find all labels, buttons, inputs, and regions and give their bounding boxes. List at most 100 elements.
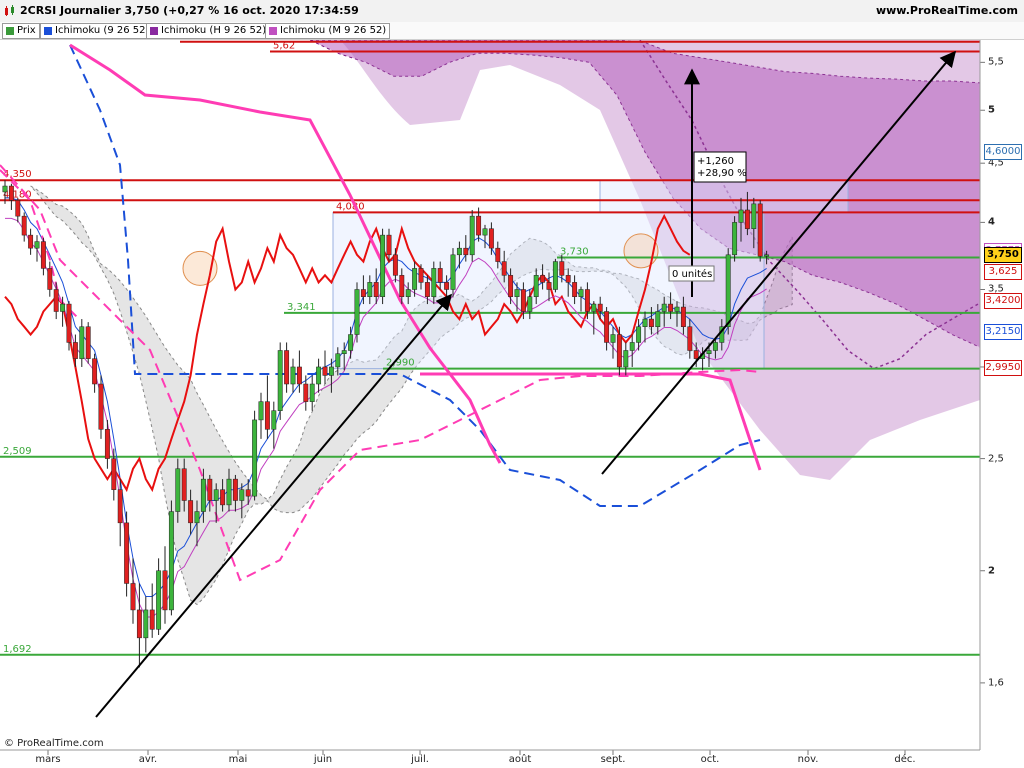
- candle-body: [655, 311, 661, 327]
- candle-body: [437, 268, 443, 283]
- level-label: 1,692: [3, 644, 32, 655]
- y-tick-label: 5: [988, 104, 995, 116]
- candle-body: [405, 289, 411, 297]
- level-label: 4,080: [336, 201, 365, 212]
- x-tick-label: avr.: [138, 754, 158, 765]
- candle-body: [72, 342, 78, 359]
- candle-body: [111, 458, 117, 490]
- candle-body: [316, 366, 322, 385]
- candle-body: [559, 261, 565, 276]
- candle-body: [79, 326, 85, 359]
- candle-body: [245, 489, 251, 497]
- y-tick-label: 2: [988, 565, 995, 577]
- x-tick-label: juin: [313, 754, 333, 765]
- candle-body: [2, 185, 8, 193]
- candle-body: [636, 326, 642, 343]
- candle-body: [514, 289, 520, 297]
- price-badge: 4,6000: [984, 144, 1022, 161]
- candle-body: [584, 289, 590, 312]
- candle-body: [34, 241, 40, 249]
- candle-body: [757, 203, 763, 257]
- candle-body: [60, 303, 66, 312]
- candle-body: [175, 468, 181, 512]
- candlestick-logo-icon: [5, 5, 14, 16]
- credit-text: © ProRealTime.com: [4, 738, 104, 749]
- candle-body: [136, 609, 142, 639]
- legend-ichimoku[interactable]: Ichimoku (9 26 52): [40, 23, 154, 39]
- candle-body: [15, 200, 21, 217]
- candle-body: [482, 228, 488, 236]
- x-tick-label: oct.: [700, 754, 720, 765]
- candle-body: [207, 478, 213, 501]
- candle-body: [412, 268, 418, 290]
- y-tick-label: 4: [988, 216, 995, 228]
- y-tick-label: 5,5: [988, 56, 1004, 68]
- candle-body: [751, 203, 757, 229]
- ichimoku-h-swatch-icon: [150, 27, 158, 35]
- price-badge: 3,4200: [984, 293, 1022, 310]
- candle-body: [373, 282, 379, 297]
- candle-body: [284, 350, 290, 385]
- candle-body: [21, 215, 27, 236]
- candle-body: [271, 410, 277, 430]
- site-link[interactable]: www.ProRealTime.com: [876, 4, 1018, 17]
- x-tick-label: sept.: [600, 754, 626, 765]
- candle-body: [290, 366, 296, 385]
- candle-body: [546, 282, 552, 290]
- price-badge: 3,625: [984, 263, 1022, 280]
- prix-swatch-icon: [6, 27, 14, 35]
- candle-body: [47, 268, 53, 290]
- candle-body: [341, 350, 347, 354]
- candle-body: [680, 306, 686, 327]
- candle-body: [92, 358, 98, 385]
- y-tick-label: 2,5: [988, 453, 1004, 465]
- legend-prix[interactable]: Prix: [2, 23, 40, 39]
- candle-body: [367, 282, 373, 297]
- candle-body: [578, 289, 584, 297]
- candle-body: [66, 303, 72, 343]
- candle-body: [495, 247, 501, 262]
- level-label: 5,62: [273, 40, 295, 51]
- candle-body: [418, 268, 424, 283]
- candle-body: [85, 326, 91, 359]
- instrument-title: 2CRSI Journalier 3,750 (+0,27 % 16 oct. …: [20, 4, 359, 17]
- candle-body: [604, 311, 610, 343]
- candle-body: [239, 489, 245, 501]
- units-label: 0 unités: [672, 268, 712, 280]
- level-label: 4,350: [3, 169, 32, 180]
- candle-body: [303, 383, 309, 402]
- candle-body: [424, 282, 430, 297]
- candle-body: [488, 228, 494, 249]
- ichimoku-m-swatch-icon: [269, 27, 277, 35]
- candle-body: [264, 401, 270, 430]
- candle-body: [476, 215, 482, 236]
- candle-body: [348, 334, 354, 351]
- candle-body: [213, 489, 219, 501]
- candle-body: [616, 334, 622, 368]
- candle-body: [508, 275, 514, 297]
- candle-body: [444, 282, 450, 290]
- candle-body: [738, 209, 744, 223]
- candle-body: [149, 609, 155, 630]
- candle-body: [552, 261, 558, 290]
- level-label: 3,730: [560, 247, 589, 258]
- price-badge: 3,2150: [984, 324, 1022, 341]
- price-badge: 3,750: [984, 246, 1022, 263]
- target-box: [599, 179, 849, 213]
- candle-body: [386, 234, 392, 256]
- candle-body: [98, 383, 104, 430]
- measure-text: +1,260: [697, 156, 734, 167]
- candle-body: [143, 609, 149, 639]
- candle-body: [693, 350, 699, 359]
- legend-ichimoku-h[interactable]: Ichimoku (H 9 26 52): [146, 23, 271, 39]
- candle-body: [392, 254, 398, 276]
- x-tick-label: mai: [228, 754, 248, 765]
- ichimoku-swatch-icon: [44, 27, 52, 35]
- candle-body: [200, 478, 206, 512]
- candle-body: [744, 209, 750, 229]
- candle-body: [399, 275, 405, 297]
- candle-body: [188, 500, 194, 524]
- legend-ichimoku-m[interactable]: Ichimoku (M 9 26 52): [265, 23, 391, 39]
- ichimoku-chart[interactable]: 5,735,624,3504,1804,0803,7303,3412,9902,…: [0, 0, 1024, 768]
- candle-body: [591, 303, 597, 312]
